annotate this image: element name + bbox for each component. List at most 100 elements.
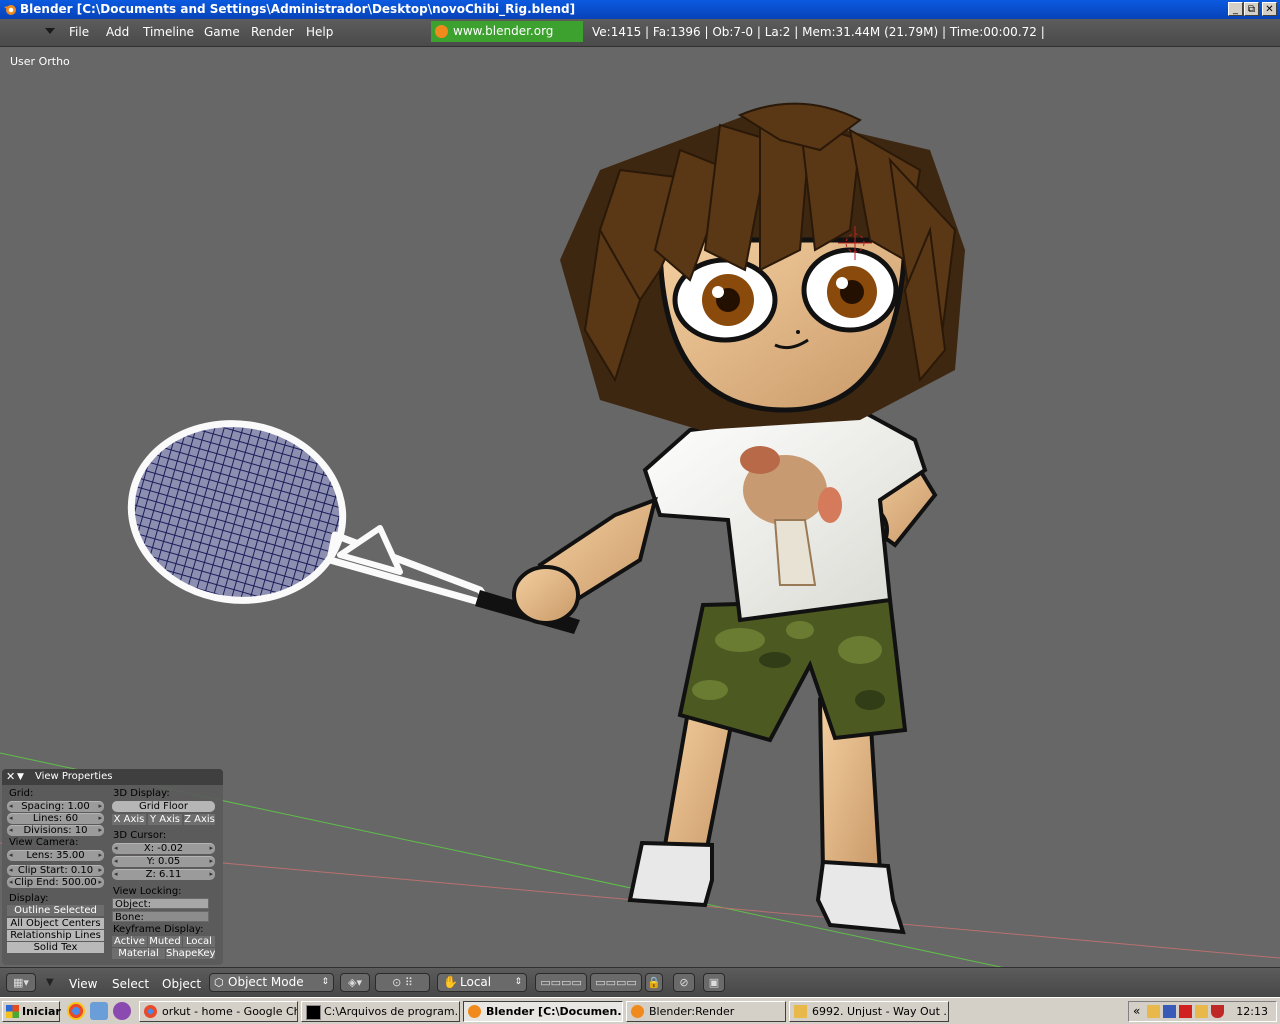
orientation-label: Local	[460, 975, 492, 989]
draw-type-icon[interactable]: ◈▾	[340, 973, 370, 992]
blender-org-link[interactable]: www.blender.org 249.2	[431, 21, 583, 59]
layers-row-2-icon[interactable]: ▭▭▭▭	[590, 973, 642, 992]
taskbar-item-orkut[interactable]: orkut - home - Google Ch...	[139, 1001, 298, 1022]
chrome-icon[interactable]	[67, 1002, 85, 1020]
taskbar-item-label: 6992. Unjust - Way Out ...	[812, 1005, 949, 1018]
lock-object-field[interactable]: Object:	[112, 898, 209, 910]
keyframe-muted-toggle[interactable]: Muted	[148, 936, 182, 947]
all-object-centers-toggle[interactable]: All Object Centers	[7, 918, 104, 929]
3d-viewport[interactable]: User Ortho ✕ ▼ View Properties Grid: Spa…	[0, 47, 1280, 967]
shorts	[677, 597, 908, 743]
music-player-icon	[794, 1005, 807, 1018]
minimize-button[interactable]: _	[1228, 2, 1243, 16]
render-preview-icon[interactable]: ▣	[703, 973, 725, 992]
grid-floor-toggle[interactable]: Grid Floor	[112, 801, 215, 812]
view-locking-label: View Locking:	[113, 886, 182, 897]
mode-selector[interactable]: ⬡ Object Mode ⇕	[209, 973, 334, 992]
close-button[interactable]: ✕	[1262, 2, 1277, 16]
clip-end-field[interactable]: Clip End: 500.00	[7, 877, 104, 888]
lock-bone-field[interactable]: Bone:	[112, 911, 209, 923]
keyframe-local-toggle[interactable]: Local	[183, 936, 215, 947]
keyframe-material-toggle[interactable]: Material	[112, 948, 165, 959]
taskbar-item-blender-render[interactable]: Blender:Render	[626, 1001, 786, 1022]
pivot-icon[interactable]: ⊙ ⠿	[375, 973, 430, 992]
menu-help[interactable]: Help	[306, 25, 333, 39]
menu-game[interactable]: Game	[204, 25, 240, 39]
grid-divisions-field[interactable]: Divisions: 10	[7, 825, 104, 836]
blender-logo-icon	[4, 5, 16, 15]
grid-spacing-field[interactable]: Spacing: 1.00	[7, 801, 104, 812]
grid-lines-field[interactable]: Lines: 60	[7, 813, 104, 824]
y-axis-toggle[interactable]: Y Axis	[148, 814, 182, 825]
menu-add[interactable]: Add	[106, 25, 129, 39]
3d-display-label: 3D Display:	[113, 788, 170, 799]
blender-logo-icon	[468, 1005, 481, 1018]
show-desktop-icon[interactable]	[90, 1002, 108, 1020]
panel-header: ✕ ▼ View Properties	[2, 769, 223, 785]
menu-select[interactable]: Select	[112, 977, 149, 991]
windows-logo-icon	[6, 1005, 19, 1018]
x-axis-toggle[interactable]: X Axis	[112, 814, 146, 825]
taskbar-item-cmd[interactable]: C:\Arquivos de program...	[301, 1001, 460, 1022]
menu-render[interactable]: Render	[251, 25, 294, 39]
collapse-icon[interactable]: ▼	[17, 769, 24, 785]
keyframe-shapekey-toggle[interactable]: ShapeKey	[166, 948, 215, 959]
view-properties-panel: ✕ ▼ View Properties Grid: Spacing: 1.00 …	[2, 769, 223, 965]
blender-logo-icon	[631, 1005, 644, 1018]
clip-start-field[interactable]: Clip Start: 0.10	[7, 865, 104, 876]
menu-file[interactable]: File	[69, 25, 89, 39]
chevron-updown-icon: ⇕	[514, 977, 522, 987]
shield-icon[interactable]	[1211, 1005, 1224, 1018]
cursor-x-field[interactable]: X: -0.02	[112, 843, 215, 854]
panel-title: View Properties	[35, 771, 113, 782]
antivirus-icon[interactable]	[1179, 1005, 1192, 1018]
chrome-icon	[144, 1005, 157, 1018]
view-camera-label: View Camera:	[9, 837, 79, 848]
close-icon[interactable]: ✕	[6, 769, 15, 785]
transform-orientation-selector[interactable]: ✋ Local ⇕	[437, 973, 527, 992]
relationship-lines-toggle[interactable]: Relationship Lines	[7, 930, 104, 941]
menu-view[interactable]: View	[69, 977, 97, 991]
3d-view-header: ▦▾ ▼ View Select Object ⬡ Object Mode ⇕ …	[0, 967, 1280, 998]
tray-expand-icon[interactable]: «	[1133, 1004, 1140, 1018]
object-mode-icon: ⬡	[214, 976, 224, 989]
header-collapse-icon[interactable]	[45, 28, 55, 34]
taskbar-item-music[interactable]: 6992. Unjust - Way Out ...	[789, 1001, 949, 1022]
info-header: File Add Timeline Game Render Help www.b…	[0, 19, 1280, 59]
blender-logo-icon	[435, 25, 448, 38]
solid-tex-toggle[interactable]: Solid Tex	[7, 942, 104, 953]
lens-field[interactable]: Lens: 35.00	[7, 850, 104, 861]
menu-object[interactable]: Object	[162, 977, 201, 991]
header-collapse-icon[interactable]: ▼	[46, 977, 54, 988]
scene-stats: Ve:1415 | Fa:1396 | Ob:7-0 | La:2 | Mem:…	[592, 25, 1045, 39]
layers-row-1-icon[interactable]: ▭▭▭▭	[535, 973, 587, 992]
z-axis-toggle[interactable]: Z Axis	[184, 814, 215, 825]
restore-button[interactable]: ⧉	[1244, 2, 1259, 16]
menu-timeline[interactable]: Timeline	[143, 25, 194, 39]
taskbar-item-blender[interactable]: Blender [C:\Documen...	[463, 1001, 623, 1022]
cursor-y-field[interactable]: Y: 0.05	[112, 856, 215, 867]
tray-app-icon[interactable]	[1147, 1005, 1160, 1018]
editor-type-grid-icon[interactable]: ▦▾	[6, 973, 36, 992]
cursor-z-field[interactable]: Z: 6.11	[112, 869, 215, 880]
mode-selector-label: Object Mode	[228, 975, 304, 989]
network-icon[interactable]	[1163, 1005, 1176, 1018]
outline-selected-toggle[interactable]: Outline Selected	[7, 905, 104, 916]
tray-app-icon[interactable]	[1195, 1005, 1208, 1018]
view-type-label: User Ortho	[10, 55, 70, 68]
lock-icon[interactable]: 🔒	[645, 973, 663, 992]
media-player-icon[interactable]	[113, 1002, 131, 1020]
start-label: Iniciar	[22, 1005, 61, 1018]
keyframe-display-label: Keyframe Display:	[113, 924, 204, 935]
render-layer-icon[interactable]: ⊘	[673, 973, 695, 992]
system-tray: « 12:13	[1128, 1001, 1277, 1022]
hand-icon: ✋	[443, 975, 458, 989]
console-icon	[306, 1005, 321, 1020]
keyframe-active-toggle[interactable]: Active	[112, 936, 147, 947]
tennis-racket	[127, 420, 580, 634]
window-title: Blender [C:\Documents and Settings\Admin…	[20, 2, 576, 16]
start-button[interactable]: Iniciar	[2, 1001, 61, 1022]
taskbar-item-label: orkut - home - Google Ch...	[162, 1005, 298, 1018]
windows-taskbar: Iniciar orkut - home - Google Ch... C:\A…	[0, 997, 1280, 1024]
3d-cursor-label: 3D Cursor:	[113, 830, 167, 841]
